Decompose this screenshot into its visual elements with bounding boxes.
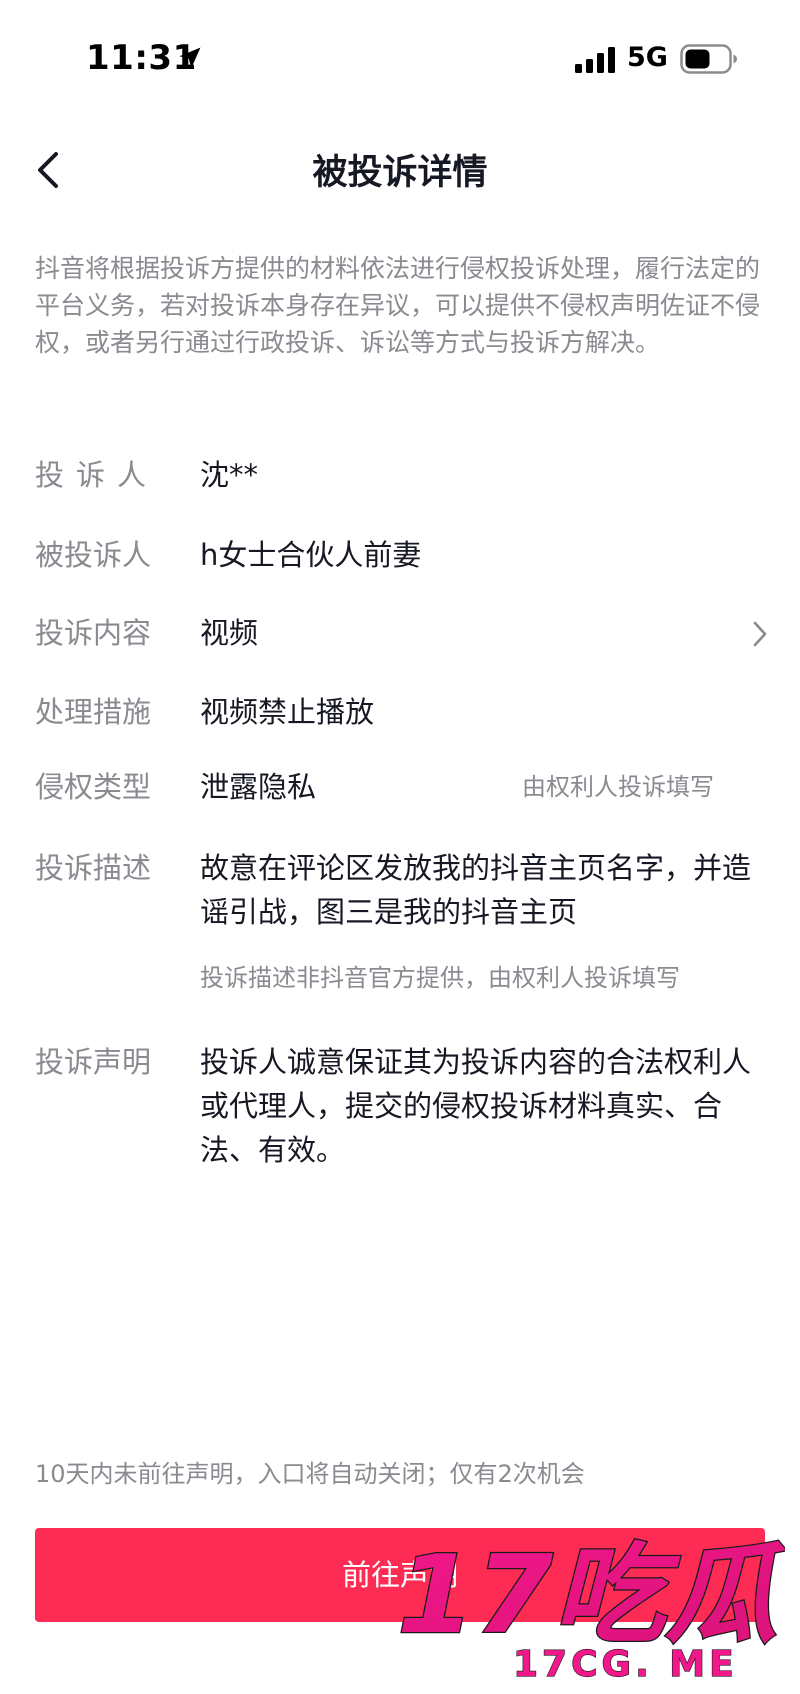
status-bar: 11:31 5G — [0, 0, 800, 120]
respondent-label: 被投诉人 — [35, 538, 152, 572]
cellular-signal-icon — [575, 47, 615, 73]
complainant-value: 沈** — [200, 458, 259, 492]
nav-bar: 被投诉详情 — [0, 120, 800, 220]
battery-icon — [680, 44, 737, 74]
content-value: 视频 — [200, 616, 259, 650]
row-content[interactable]: 投诉内容 视频 — [35, 611, 770, 655]
row-description: 投诉描述 故意在评论区发放我的抖音主页名字，并造谣引战，图三是我的抖音主页 投诉… — [35, 846, 770, 992]
action-label: 处理措施 — [35, 695, 152, 729]
watermark-logo: 17吃瓜 17CG. ME — [396, 1532, 785, 1685]
chevron-right-icon[interactable] — [750, 619, 770, 649]
watermark-small-text: 17CG. ME — [513, 1644, 738, 1685]
infringement-type-note: 由权利人投诉填写 — [522, 773, 714, 801]
page-title: 被投诉详情 — [312, 153, 488, 193]
infringement-type-label: 侵权类型 — [35, 770, 152, 804]
intro-text: 抖音将根据投诉方提供的材料依法进行侵权投诉处理，履行法定的平台义务，若对投诉本身… — [35, 254, 761, 357]
statement-value: 投诉人诚意保证其为投诉内容的合法权利人或代理人，提交的侵权投诉材料真实、合法、有… — [200, 1045, 752, 1167]
deadline-note: 10天内未前往声明，入口将自动关闭；仅有2次机会 — [35, 1460, 585, 1488]
location-arrow-icon — [179, 47, 201, 69]
description-value: 故意在评论区发放我的抖音主页名字，并造谣引战，图三是我的抖音主页 — [200, 851, 752, 929]
network-type: 5G — [627, 42, 668, 73]
complainant-label: 投诉人 — [35, 458, 159, 492]
content-label: 投诉内容 — [35, 616, 152, 650]
description-label: 投诉描述 — [35, 851, 152, 885]
description-note: 投诉描述非抖音官方提供，由权利人投诉填写 — [200, 964, 680, 992]
respondent-value: h女士合伙人前妻 — [200, 538, 422, 572]
watermark-big-text: 17吃瓜 — [397, 1533, 785, 1658]
action-value: 视频禁止播放 — [200, 695, 375, 729]
statement-label: 投诉声明 — [35, 1045, 152, 1079]
